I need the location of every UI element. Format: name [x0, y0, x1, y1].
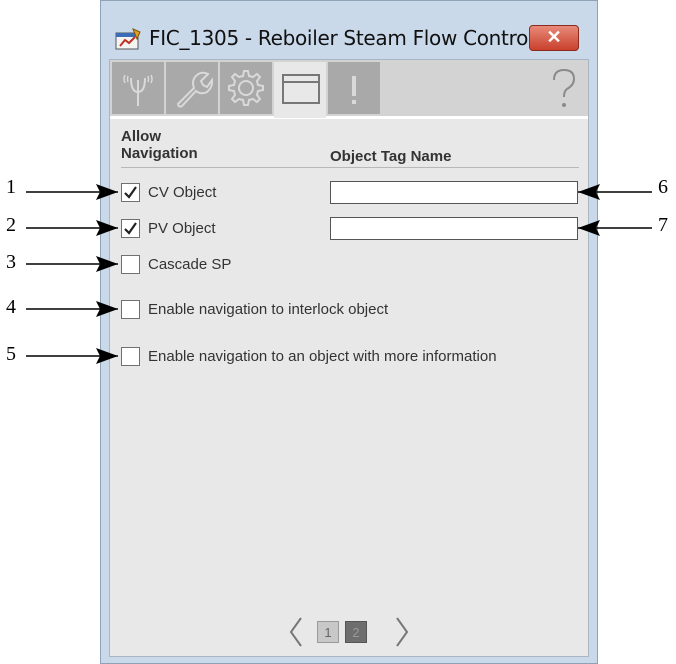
tab-alarms[interactable] [328, 62, 380, 114]
callout-5: 5 [6, 343, 16, 365]
page-navigator: 1 2 [110, 616, 588, 650]
pv-object-tag-input[interactable] [330, 217, 578, 240]
checkmark-icon [124, 186, 137, 199]
close-icon: ✕ [546, 27, 562, 47]
more-info-navigation-checkbox[interactable] [121, 347, 140, 366]
callout-6: 6 [658, 176, 668, 198]
page-1-button[interactable]: 1 [317, 621, 339, 643]
tab-alarm-shelve[interactable] [112, 62, 164, 114]
tab-engineering[interactable] [220, 62, 272, 114]
faceplate-app-icon [115, 28, 141, 50]
window-title: FIC_1305 - Reboiler Steam Flow Control [149, 26, 534, 50]
window-icon [282, 74, 320, 104]
pv-object-checkbox[interactable] [121, 219, 140, 238]
interlock-navigation-checkbox[interactable] [121, 300, 140, 319]
tab-bar [110, 60, 588, 119]
interlock-navigation-label: Enable navigation to interlock object [148, 301, 389, 318]
checkmark-icon [124, 222, 137, 235]
header-divider [121, 167, 579, 168]
object-tag-name-header: Object Tag Name [330, 148, 452, 165]
callout-3: 3 [6, 251, 16, 273]
chevron-right-icon[interactable] [393, 616, 411, 648]
close-button[interactable]: ✕ [529, 25, 579, 51]
pv-object-label: PV Object [148, 220, 216, 237]
allow-navigation-header: Allow Navigation [121, 128, 198, 162]
callout-2: 2 [6, 214, 16, 236]
navigation-label: Navigation [121, 145, 198, 162]
title-bar[interactable]: FIC_1305 - Reboiler Steam Flow Control ✕ [101, 1, 597, 59]
tab-maintenance[interactable] [166, 62, 218, 114]
cv-object-label: CV Object [148, 184, 217, 201]
gear-icon [228, 70, 264, 106]
cv-object-tag-input[interactable] [330, 181, 578, 204]
cv-object-checkbox[interactable] [121, 183, 140, 202]
cascade-sp-checkbox[interactable] [121, 255, 140, 274]
help-icon[interactable] [544, 66, 584, 112]
callout-4: 4 [6, 296, 16, 318]
alarm-shelve-icon [123, 74, 153, 106]
callout-7: 7 [658, 214, 668, 236]
tab-navigation[interactable] [274, 62, 326, 118]
chevron-left-icon[interactable] [287, 616, 305, 648]
page-2-button[interactable]: 2 [345, 621, 367, 643]
allow-label: Allow [121, 128, 161, 145]
faceplate-window: FIC_1305 - Reboiler Steam Flow Control ✕ [100, 0, 598, 664]
callout-1: 1 [6, 176, 16, 198]
faceplate-client: Allow Navigation Object Tag Name CV Obje… [109, 59, 589, 657]
cascade-sp-label: Cascade SP [148, 256, 232, 273]
more-info-navigation-label: Enable navigation to an object with more… [148, 348, 497, 365]
exclamation-icon [352, 76, 356, 104]
wrench-icon [176, 71, 214, 108]
